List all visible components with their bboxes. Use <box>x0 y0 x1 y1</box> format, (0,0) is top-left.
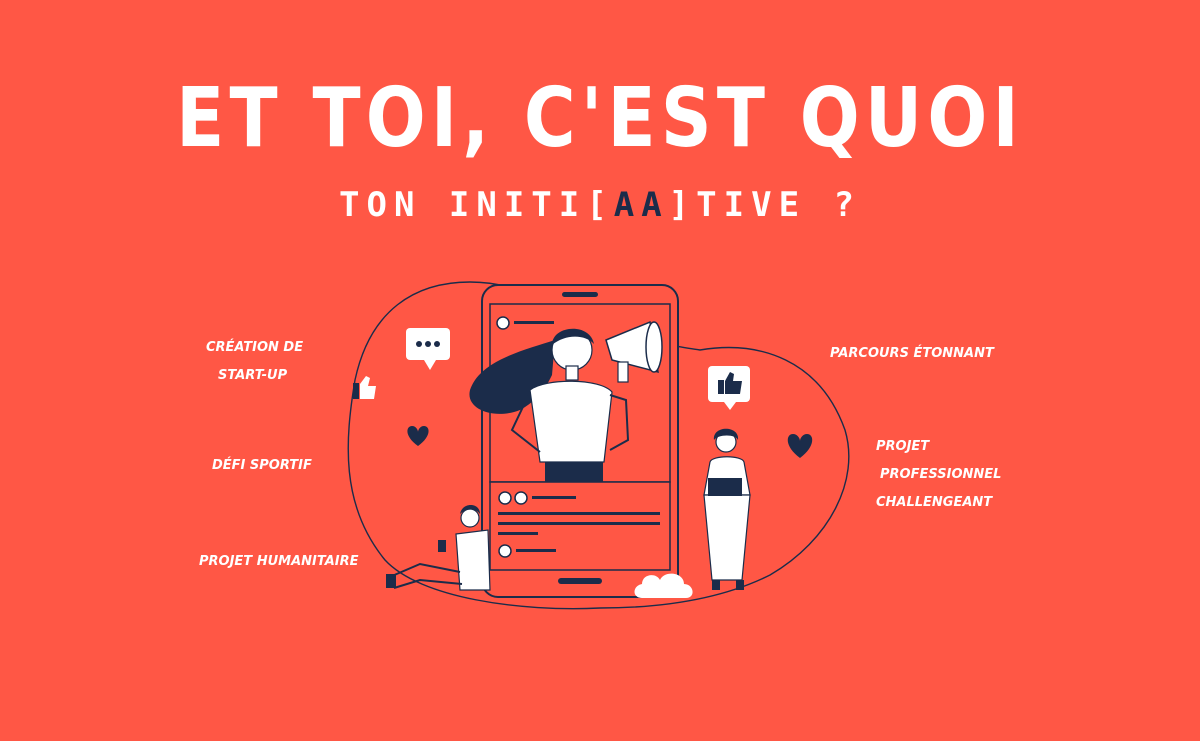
heart-icon <box>407 426 429 446</box>
page-subtitle: TON INITI[AA]TIVE ? <box>0 188 1200 222</box>
label-parcours: PARCOURS ÉTONNANT <box>830 340 994 368</box>
subtitle-text-before: TON INITI <box>339 185 587 225</box>
label-parcours-text: PARCOURS ÉTONNANT <box>830 346 994 361</box>
label-startup-line1: CRÉATION DE <box>206 340 304 355</box>
heart-icon <box>787 434 813 458</box>
label-startup-line2: START-UP <box>218 368 288 383</box>
subtitle-highlight: AA <box>613 185 669 225</box>
chat-bubble-icon <box>406 328 450 370</box>
label-startup: CRÉATION DE START-UP <box>206 334 303 390</box>
subtitle-bracket-close: ] <box>668 185 697 225</box>
label-pro-line3: CHALLENGEANT <box>876 495 993 510</box>
label-pro-line2: PROFESSIONNEL <box>880 467 1002 482</box>
label-pro-line1: PROJET <box>876 439 930 454</box>
woman-with-laptop <box>703 428 751 590</box>
subtitle-text-after: TIVE ? <box>696 185 861 225</box>
thumbs-up-icon <box>353 376 376 399</box>
label-humanitarian-text: PROJET HUMANITAIRE <box>199 554 359 569</box>
thumbs-up-bubble-icon <box>708 366 750 410</box>
sitting-man <box>386 505 491 591</box>
subtitle-bracket-open: [ <box>586 185 614 225</box>
label-sport-text: DÉFI SPORTIF <box>212 458 312 473</box>
page-title: ET TOI, C'EST QUOI <box>176 71 1024 166</box>
label-humanitarian: PROJET HUMANITAIRE <box>199 548 359 576</box>
label-pro-project: PROJET PROFESSIONNEL CHALLENGEANT <box>876 433 1001 517</box>
label-sport: DÉFI SPORTIF <box>212 452 312 480</box>
